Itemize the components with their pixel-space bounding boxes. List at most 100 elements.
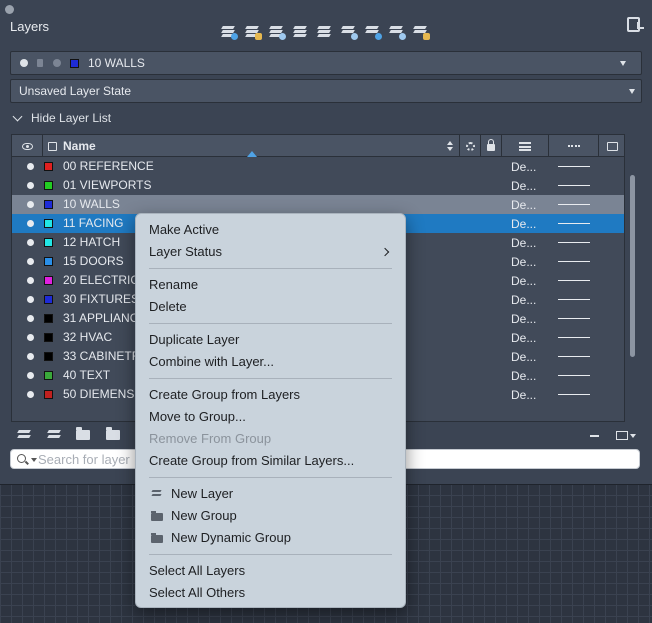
new-group-item[interactable]: New Group [136, 505, 405, 527]
visibility-column-header[interactable] [12, 135, 43, 157]
chevron-down-icon[interactable] [630, 434, 636, 438]
duplicate-layer-item[interactable]: Duplicate Layer [136, 329, 405, 351]
delete-layer-icon[interactable] [268, 22, 286, 40]
unlock-icon[interactable] [412, 22, 430, 40]
menu-item-label: Make Active [149, 222, 220, 237]
panel-settings-icon[interactable] [627, 17, 644, 32]
current-layer-name: 10 WALLS [88, 56, 145, 70]
menu-separator [149, 477, 392, 478]
layer-state-value: Unsaved Layer State [19, 84, 132, 98]
layer-linetype: De... [511, 274, 537, 288]
layer-color-swatch[interactable] [44, 238, 53, 247]
move-to-group-item[interactable]: Move to Group... [136, 406, 405, 428]
layer-color-swatch[interactable] [44, 314, 53, 323]
layer-linetype: De... [511, 198, 537, 212]
remove-from-group-item: Remove From Group [136, 428, 405, 450]
layer-color-swatch[interactable] [44, 352, 53, 361]
layer-color-swatch[interactable] [44, 257, 53, 266]
hide-layer-list-label: Hide Layer List [31, 111, 112, 125]
lock-icon [487, 139, 495, 151]
visibility-dot-icon[interactable] [27, 277, 34, 284]
lock-small-icon [37, 59, 43, 67]
window-close-button[interactable] [5, 5, 14, 14]
visibility-dot-icon[interactable] [27, 315, 34, 322]
visibility-dot-icon[interactable] [27, 220, 34, 227]
linetype-preview [558, 185, 590, 186]
hide-layer-list-toggle[interactable]: Hide Layer List [12, 111, 112, 125]
layer-color-swatch[interactable] [44, 333, 53, 342]
layer-color-swatch[interactable] [44, 295, 53, 304]
plot-column-header[interactable] [599, 135, 624, 157]
create-group-from-layers-item[interactable]: Create Group from Layers [136, 384, 405, 406]
layer-color-swatch[interactable] [44, 200, 53, 209]
new-dynamic-group-folder-icon[interactable] [106, 427, 124, 442]
name-header-label: Name [63, 139, 96, 153]
visibility-dot-icon[interactable] [27, 258, 34, 265]
linetype-preview [558, 299, 590, 300]
layer-linetype: De... [511, 350, 537, 364]
freeze-column-header[interactable] [460, 135, 481, 157]
table-row[interactable]: 01 VIEWPORTS De... [12, 176, 624, 195]
collapse-icon[interactable] [590, 435, 599, 437]
vertical-scrollbar[interactable] [630, 175, 635, 357]
new-layer-icon[interactable] [220, 22, 238, 40]
layer-name: 12 HATCH [63, 235, 121, 249]
visibility-dot-icon[interactable] [27, 334, 34, 341]
search-icon[interactable] [17, 454, 26, 463]
menu-item-label: Duplicate Layer [149, 332, 240, 347]
visibility-dot-icon[interactable] [27, 372, 34, 379]
freeze-icon[interactable] [340, 22, 358, 40]
layer-color-swatch[interactable] [44, 276, 53, 285]
new-layer-icon[interactable] [16, 427, 34, 442]
layer-linetype: De... [511, 217, 537, 231]
isolate-icon[interactable] [364, 22, 382, 40]
visibility-dot-icon[interactable] [27, 163, 34, 170]
menu-item-label: Rename [149, 277, 199, 292]
menu-item-label: Create Group from Similar Layers... [149, 453, 355, 468]
layer-color-swatch[interactable] [44, 371, 53, 380]
context-menu: Make Active Layer Status Rename Delete Dupli… [135, 213, 406, 608]
new-layer-vp-frozen-icon[interactable] [244, 22, 262, 40]
chevron-down-icon[interactable] [31, 458, 37, 462]
new-layer-frozen-icon[interactable] [46, 427, 64, 442]
lock-column-header[interactable] [481, 135, 502, 157]
layer-color-swatch[interactable] [44, 162, 53, 171]
linetype-preview [558, 280, 590, 281]
layer-color-swatch[interactable] [44, 390, 53, 399]
lineweight-column-header[interactable] [502, 135, 549, 157]
layer-walk-icon[interactable] [316, 22, 333, 40]
layer-status-item[interactable]: Layer Status [136, 241, 405, 263]
columns-icon[interactable] [616, 431, 628, 440]
visibility-dot-icon[interactable] [27, 296, 34, 303]
visibility-dot-icon[interactable] [27, 353, 34, 360]
new-dynamic-group-item[interactable]: New Dynamic Group [136, 527, 405, 549]
linetype-preview [558, 223, 590, 224]
visibility-dot-icon[interactable] [27, 182, 34, 189]
new-layer-item[interactable]: New Layer [136, 483, 405, 505]
table-header: Name [12, 135, 624, 157]
visibility-dot-icon[interactable] [27, 201, 34, 208]
layer-color-swatch[interactable] [44, 181, 53, 190]
create-group-similar-item[interactable]: Create Group from Similar Layers... [136, 450, 405, 472]
layer-linetype: De... [511, 160, 537, 174]
select-all-layers-item[interactable]: Select All Layers [136, 560, 405, 582]
select-all-others-item[interactable]: Select All Others [136, 582, 405, 604]
current-layer-dropdown[interactable]: 10 WALLS [10, 51, 642, 75]
set-current-icon[interactable] [292, 22, 309, 40]
table-row[interactable]: 00 REFERENCE De... [12, 157, 624, 176]
linetype-column-header[interactable] [549, 135, 599, 157]
lock-icon[interactable] [388, 22, 406, 40]
rename-item[interactable]: Rename [136, 274, 405, 296]
visibility-dot-icon[interactable] [27, 239, 34, 246]
layer-color-swatch[interactable] [44, 219, 53, 228]
linetype-preview [558, 242, 590, 243]
visibility-dot-icon[interactable] [27, 391, 34, 398]
layer-state-dropdown[interactable]: Unsaved Layer State [10, 79, 642, 103]
combine-with-layer-item[interactable]: Combine with Layer... [136, 351, 405, 373]
delete-item[interactable]: Delete [136, 296, 405, 318]
freeze-dot-icon [53, 59, 61, 67]
make-active-item[interactable]: Make Active [136, 219, 405, 241]
folder-icon [151, 533, 163, 543]
table-row[interactable]: 10 WALLS De... [12, 195, 624, 214]
new-group-folder-icon[interactable] [76, 427, 94, 442]
